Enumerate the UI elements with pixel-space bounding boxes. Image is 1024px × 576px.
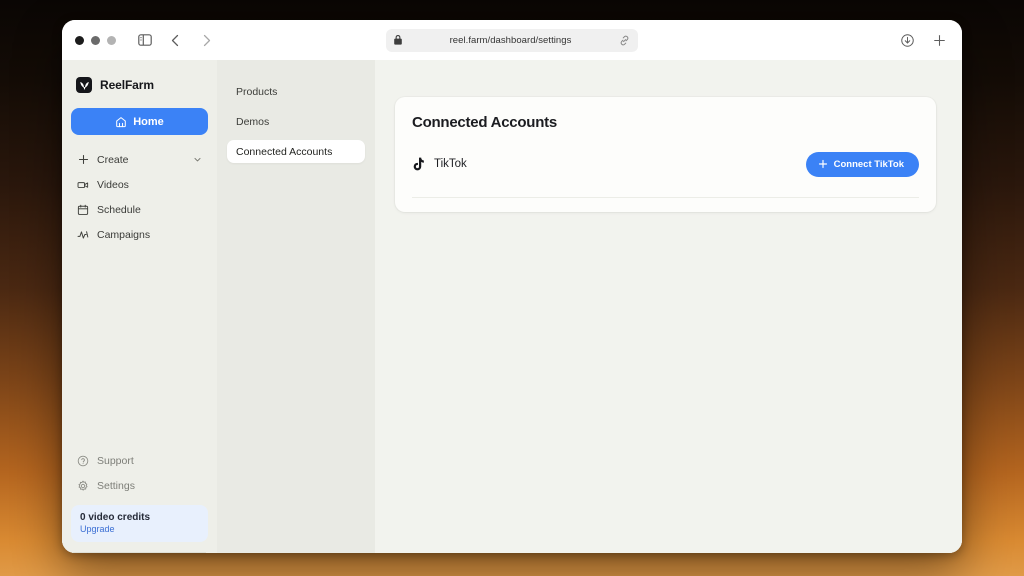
video-credits-card: 0 video credits Upgrade [71,505,208,542]
account-row-tiktok: TikTok Connect TikTok [412,150,919,178]
calendar-icon [77,204,89,216]
sidebar-divider [73,552,206,553]
browser-titlebar: reel.farm/dashboard/settings [62,20,962,60]
sidebar-item-support-label: Support [97,454,134,467]
account-name: TikTok [434,158,467,170]
close-window-button[interactable] [75,35,84,45]
window-controls [75,35,116,45]
home-icon [115,116,127,128]
primary-sidebar: ReelFarm Home Create Videos Schedule Cam… [62,60,217,553]
subnav-item-demos[interactable]: Demos [227,110,365,133]
sidebar-item-campaigns-label: Campaigns [97,228,151,241]
sidebar-item-create-label: Create [97,153,129,166]
new-tab-plus-icon[interactable] [930,31,949,50]
subnav-item-products-label: Products [236,85,278,98]
sidebar-item-settings[interactable]: Settings [71,473,208,498]
brand[interactable]: ReelFarm [71,74,208,93]
account-identity: TikTok [412,157,467,172]
video-camera-icon [77,179,89,191]
connected-accounts-card: Connected Accounts TikTok Connect TikTok [395,97,936,212]
download-icon[interactable] [898,31,917,50]
minimize-window-button[interactable] [91,35,100,45]
sidebar-item-home-label: Home [133,115,164,128]
sidebar-item-settings-label: Settings [97,479,135,492]
address-bar[interactable]: reel.farm/dashboard/settings [386,28,638,52]
gear-icon [77,480,89,492]
tiktok-icon [412,157,426,172]
sidebar-item-schedule-label: Schedule [97,203,141,216]
connect-tiktok-button[interactable]: Connect TikTok [805,151,919,177]
activity-icon [77,229,89,241]
sidebar-item-support[interactable]: Support [71,448,208,473]
navigation-controls [135,31,216,50]
app-body: ReelFarm Home Create Videos Schedule Cam… [62,60,962,553]
card-divider [412,197,919,198]
titlebar-actions [898,31,949,50]
sidebar-item-home[interactable]: Home [71,108,208,135]
back-button-icon[interactable] [166,31,185,50]
sidebar-item-create[interactable]: Create [71,147,208,172]
help-circle-icon [77,455,89,467]
browser-window: reel.farm/dashboard/settings ReelFarm Ho… [62,20,962,553]
sidebar-item-videos-label: Videos [97,178,129,191]
reelfarm-logo-icon [76,77,92,93]
sidebar-item-schedule[interactable]: Schedule [71,197,208,222]
forward-button-icon[interactable] [197,31,216,50]
link-icon[interactable] [619,35,630,46]
url-text: reel.farm/dashboard/settings [449,34,572,46]
subnav-item-products[interactable]: Products [227,80,365,103]
subnav-item-connected-accounts[interactable]: Connected Accounts [227,140,365,163]
video-credits-count: 0 video credits [80,512,151,523]
page-title: Connected Accounts [412,114,557,131]
sidebar-item-campaigns[interactable]: Campaigns [71,222,208,247]
sidebar-item-videos[interactable]: Videos [71,172,208,197]
brand-name: ReelFarm [100,78,154,92]
settings-subnav: Products Demos Connected Accounts [217,60,375,553]
connect-tiktok-button-label: Connect TikTok [833,158,904,170]
plus-icon [818,159,828,169]
lock-icon [394,35,402,45]
subnav-item-demos-label: Demos [236,115,270,128]
maximize-window-button[interactable] [107,35,116,45]
sidebar-toggle-icon[interactable] [135,31,154,50]
subnav-item-connected-accounts-label: Connected Accounts [236,145,333,158]
plus-icon [77,154,89,166]
chevron-down-icon[interactable] [193,155,202,164]
content-area: Connected Accounts TikTok Connect TikTok [375,60,962,553]
upgrade-link[interactable]: Upgrade [80,524,199,534]
